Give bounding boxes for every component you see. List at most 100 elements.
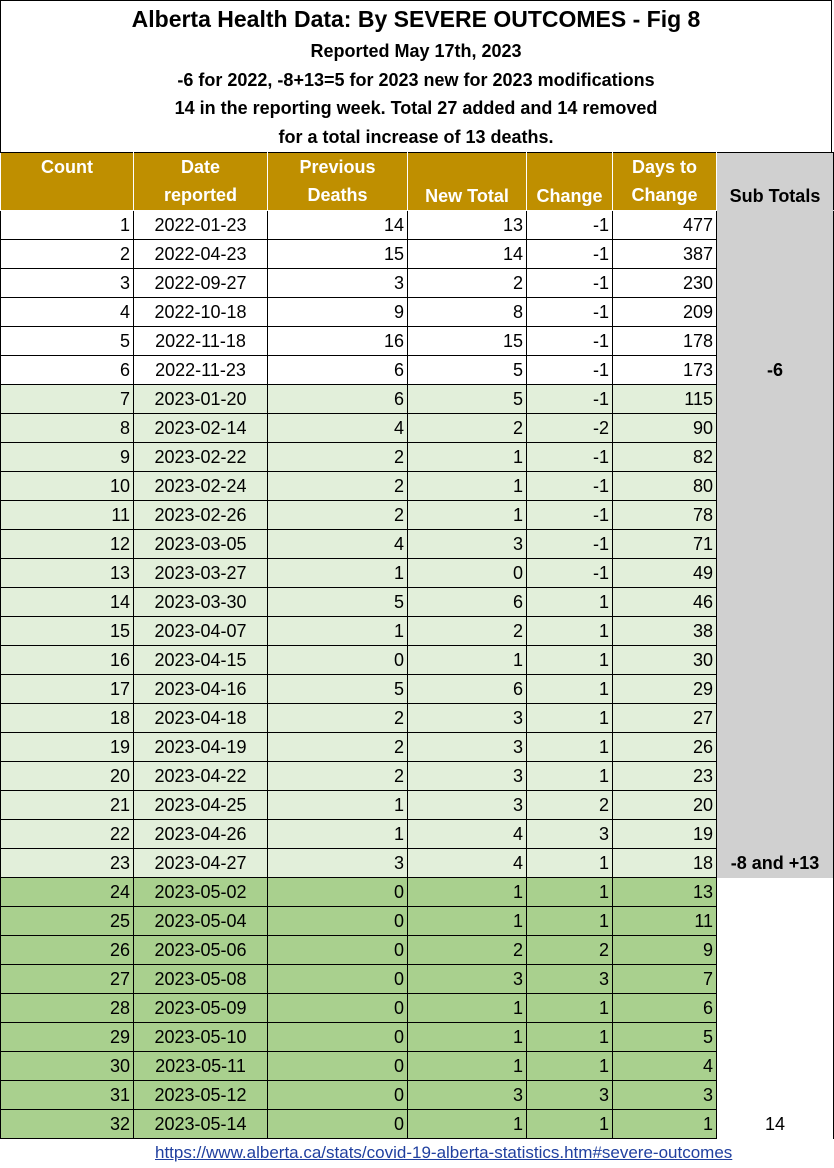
subtotal-blank	[716, 877, 834, 907]
header-previous-deaths: Previous Deaths	[267, 152, 408, 211]
table-row: 3 2022-09-27 3 2 -1 230	[0, 268, 834, 298]
cell-previous-deaths: 1	[267, 616, 408, 646]
header-count: Count	[0, 152, 134, 211]
cell-date-reported: 2023-04-26	[133, 819, 268, 849]
header-date-reported: Date reported	[133, 152, 268, 211]
cell-days-to-change: 23	[612, 761, 717, 791]
cell-change: 2	[526, 935, 613, 965]
subtotal-blank	[716, 529, 834, 559]
table-row: 21 2023-04-25 1 3 2 20	[0, 790, 834, 820]
subtotal-blank	[716, 1022, 834, 1052]
cell-days-to-change: 78	[612, 500, 717, 530]
table-row: 24 2023-05-02 0 1 1 13	[0, 877, 834, 907]
cell-new-total: 1	[407, 1051, 527, 1081]
title-reporting-week: 14 in the reporting week. Total 27 added…	[174, 98, 658, 118]
subtotal-blank	[716, 761, 834, 791]
cell-previous-deaths: 15	[267, 239, 408, 269]
cell-days-to-change: 26	[612, 732, 717, 762]
cell-date-reported: 2022-10-18	[133, 297, 268, 327]
cell-count: 18	[0, 703, 134, 733]
cell-date-reported: 2023-05-08	[133, 964, 268, 994]
cell-date-reported: 2023-01-20	[133, 384, 268, 414]
cell-days-to-change: 13	[612, 877, 717, 907]
subtotal-blank	[716, 935, 834, 965]
cell-new-total: 3	[407, 529, 527, 559]
cell-new-total: 14	[407, 239, 527, 269]
subtotal-2022: -6	[716, 355, 834, 385]
header-row: Count Date reported Previous Deaths New To…	[0, 152, 834, 211]
cell-count: 28	[0, 993, 134, 1023]
cell-count: 27	[0, 964, 134, 994]
table-row: 6 2022-11-23 6 5 -1 173 -6	[0, 355, 834, 385]
subtotal-blank	[716, 558, 834, 588]
cell-date-reported: 2023-05-04	[133, 906, 268, 936]
cell-new-total: 2	[407, 935, 527, 965]
cell-days-to-change: 4	[612, 1051, 717, 1081]
title-report-date: Reported May 17th, 2023	[310, 41, 522, 61]
cell-change: 1	[526, 848, 613, 878]
cell-previous-deaths: 0	[267, 906, 408, 936]
cell-new-total: 1	[407, 471, 527, 501]
cell-days-to-change: 3	[612, 1080, 717, 1110]
table-row: 31 2023-05-12 0 3 3 3	[0, 1080, 834, 1110]
cell-new-total: 1	[407, 1109, 527, 1139]
cell-previous-deaths: 0	[267, 1022, 408, 1052]
cell-date-reported: 2023-04-27	[133, 848, 268, 878]
table-row: 20 2023-04-22 2 3 1 23	[0, 761, 834, 791]
cell-change: 1	[526, 993, 613, 1023]
cell-days-to-change: 6	[612, 993, 717, 1023]
cell-previous-deaths: 1	[267, 819, 408, 849]
cell-previous-deaths: 0	[267, 993, 408, 1023]
subtotal-2023: -8 and +13	[716, 848, 834, 878]
cell-change: -1	[526, 210, 613, 240]
cell-previous-deaths: 0	[267, 964, 408, 994]
cell-count: 2	[0, 239, 134, 269]
cell-change: 2	[526, 790, 613, 820]
source-link[interactable]: https://www.alberta.ca/stats/covid-19-al…	[155, 1143, 732, 1163]
cell-date-reported: 2023-04-19	[133, 732, 268, 762]
cell-date-reported: 2022-01-23	[133, 210, 268, 240]
cell-date-reported: 2023-04-15	[133, 645, 268, 675]
table-row: 28 2023-05-09 0 1 1 6	[0, 993, 834, 1023]
cell-change: 1	[526, 587, 613, 617]
cell-previous-deaths: 16	[267, 326, 408, 356]
cell-count: 32	[0, 1109, 134, 1139]
subtotal-blank	[716, 964, 834, 994]
cell-previous-deaths: 5	[267, 587, 408, 617]
table-body: 1 2022-01-23 14 13 -1 477 2 2022-04-23 15 14 -1 387…	[0, 210, 834, 1139]
cell-change: -1	[526, 239, 613, 269]
cell-change: -1	[526, 558, 613, 588]
subtotal-blank	[716, 384, 834, 414]
cell-new-total: 4	[407, 819, 527, 849]
cell-date-reported: 2023-05-14	[133, 1109, 268, 1139]
subtotal-blank	[716, 993, 834, 1023]
cell-count: 14	[0, 587, 134, 617]
cell-new-total: 6	[407, 587, 527, 617]
table-row: 30 2023-05-11 0 1 1 4	[0, 1051, 834, 1081]
cell-days-to-change: 173	[612, 355, 717, 385]
cell-count: 9	[0, 442, 134, 472]
cell-new-total: 3	[407, 964, 527, 994]
cell-new-total: 5	[407, 355, 527, 385]
cell-count: 22	[0, 819, 134, 849]
table-row: 25 2023-05-04 0 1 1 11	[0, 906, 834, 936]
cell-previous-deaths: 4	[267, 529, 408, 559]
cell-count: 30	[0, 1051, 134, 1081]
cell-change: -1	[526, 355, 613, 385]
subtotal-blank	[716, 210, 834, 240]
cell-date-reported: 2023-02-24	[133, 471, 268, 501]
cell-days-to-change: 18	[612, 848, 717, 878]
cell-new-total: 1	[407, 645, 527, 675]
cell-previous-deaths: 9	[267, 297, 408, 327]
cell-date-reported: 2023-02-26	[133, 500, 268, 530]
cell-days-to-change: 90	[612, 413, 717, 443]
subtotal-blank	[716, 703, 834, 733]
cell-previous-deaths: 0	[267, 645, 408, 675]
cell-change: -1	[526, 529, 613, 559]
cell-date-reported: 2023-05-10	[133, 1022, 268, 1052]
cell-count: 20	[0, 761, 134, 791]
cell-previous-deaths: 2	[267, 761, 408, 791]
title-block: Alberta Health Data: By SEVERE OUTCOMES …	[0, 0, 832, 152]
subtotal-blank	[716, 442, 834, 472]
cell-change: 1	[526, 645, 613, 675]
